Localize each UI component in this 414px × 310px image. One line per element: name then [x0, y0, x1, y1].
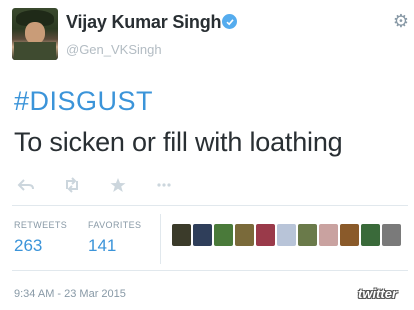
favorites-count[interactable]: 141 [88, 236, 116, 256]
tweet-actions [14, 174, 198, 196]
tweet-card: Vijay Kumar Singh @Gen_VKSingh ⚙ #DISGUS… [0, 0, 414, 310]
favoriter-avatar[interactable] [256, 224, 275, 246]
favoriter-avatar[interactable] [340, 224, 359, 246]
favorites-label: FAVORITES [88, 220, 142, 230]
favoriter-avatar[interactable] [298, 224, 317, 246]
retweet-icon[interactable] [60, 175, 84, 195]
favoriter-avatar[interactable] [319, 224, 338, 246]
favoriter-avatar[interactable] [277, 224, 296, 246]
favoriters-avatars [172, 224, 403, 246]
more-icon[interactable] [152, 175, 176, 195]
avatar[interactable] [12, 8, 58, 60]
divider [12, 270, 408, 271]
divider [12, 205, 408, 206]
stats-separator [160, 214, 161, 264]
favoriter-avatar[interactable] [361, 224, 380, 246]
twitter-logo: twitter [358, 286, 397, 301]
avatar-uniform [14, 42, 56, 60]
hashtag-link[interactable]: #DISGUST [14, 86, 153, 117]
verified-badge-icon [222, 14, 237, 29]
tweet-text: To sicken or fill with loathing [14, 127, 343, 157]
favoriter-avatar[interactable] [172, 224, 191, 246]
timestamp[interactable]: 9:34 AM - 23 Mar 2015 [14, 288, 126, 300]
gear-icon[interactable]: ⚙ [392, 12, 410, 30]
retweets-label: RETWEETS [14, 220, 68, 230]
favorite-icon[interactable] [106, 175, 130, 195]
author-name[interactable]: Vijay Kumar Singh [66, 12, 222, 33]
favoriter-avatar[interactable] [214, 224, 233, 246]
favoriter-avatar[interactable] [382, 224, 401, 246]
favoriter-avatar[interactable] [235, 224, 254, 246]
favoriter-avatar[interactable] [193, 224, 212, 246]
author-handle[interactable]: @Gen_VKSingh [66, 42, 162, 57]
reply-icon[interactable] [14, 175, 38, 195]
retweets-count[interactable]: 263 [14, 236, 42, 256]
avatar-face [25, 22, 45, 44]
